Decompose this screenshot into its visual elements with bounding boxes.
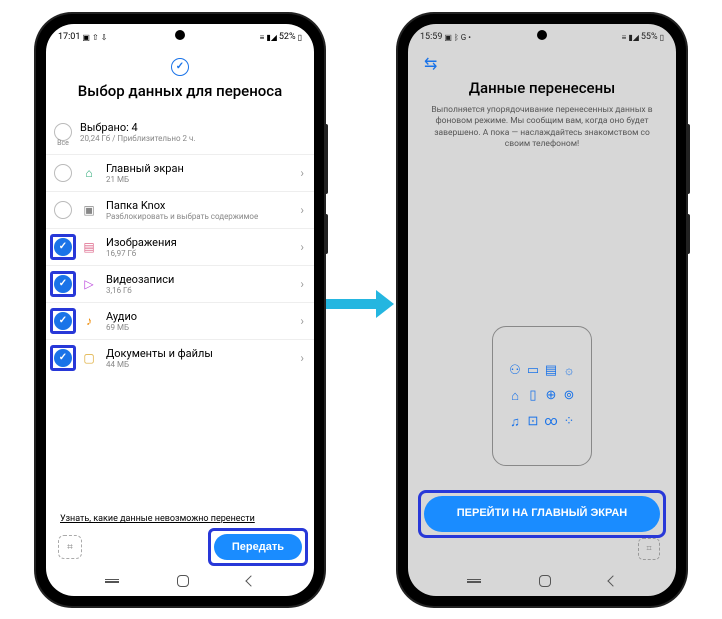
highlight-box xyxy=(208,528,308,566)
row-summary[interactable]: Все Выбрано: 4 20,24 Гб / Приблизительно… xyxy=(46,110,314,154)
icon-screenshot: ▣ xyxy=(82,33,90,42)
status-time: 17:01 xyxy=(58,32,80,42)
app-grid-icon: ⊕ xyxy=(543,388,559,404)
power-button xyxy=(686,214,690,254)
row-images[interactable]: ▤ Изображения16,97 Гб › xyxy=(46,228,314,265)
chevron-right-icon: › xyxy=(300,351,304,365)
app-grid-icon: ⊚ xyxy=(561,388,577,404)
row-title: Папка Knox xyxy=(106,199,292,212)
data-list: Все Выбрано: 4 20,24 Гб / Приблизительно… xyxy=(46,110,314,511)
phone-target: 15:59 ▣ ᛒ G • ≡ ▮◢ 55% ▯ ⇆ Данные перене… xyxy=(398,14,686,606)
select-all-label: Все xyxy=(54,139,72,147)
nav-home[interactable] xyxy=(539,575,551,587)
icon-screenshot: ▣ xyxy=(444,33,452,42)
row-docs[interactable]: ▢ Документы и файлы44 МБ › xyxy=(46,339,314,376)
app-grid-icon: ▤ xyxy=(543,363,559,378)
app-grid-icon: ▭ xyxy=(525,363,541,378)
row-title: Изображения xyxy=(106,236,292,249)
row-sub: 21 МБ xyxy=(106,175,292,184)
chevron-right-icon: › xyxy=(300,166,304,180)
qr-scan-button[interactable]: ⌗ xyxy=(58,535,82,559)
app-grid-icon: ∞ xyxy=(543,414,559,430)
nav-back[interactable] xyxy=(245,575,256,586)
knox-icon: ▣ xyxy=(80,201,98,219)
icon-up: ⇧ xyxy=(92,33,99,42)
chevron-right-icon: › xyxy=(300,240,304,254)
volte-icon: ≡ xyxy=(260,33,265,42)
row-title: Аудио xyxy=(106,310,292,323)
highlight-box xyxy=(50,271,76,297)
chevron-right-icon: › xyxy=(300,203,304,217)
app-grid-icon: ⌂ xyxy=(507,388,523,404)
app-grid-icon: ▯ xyxy=(525,388,541,404)
row-home[interactable]: ⌂ Главный экран21 МБ › xyxy=(46,154,314,191)
phone-source: 17:01 ▣ ⇧ ⇩ ≡ ▮◢ 52% ▯ Выбор данных для … xyxy=(36,14,324,606)
nav-home[interactable] xyxy=(177,575,189,587)
description: Выполняется упорядочивание перенесенных … xyxy=(424,105,660,151)
row-sub: 69 МБ xyxy=(106,323,292,332)
power-button xyxy=(324,214,328,254)
highlight-box xyxy=(50,308,76,334)
app-grid-icon: ♫ xyxy=(507,414,523,430)
row-audio[interactable]: ♪ Аудио69 МБ › xyxy=(46,302,314,339)
signal-icon: ▮◢ xyxy=(628,33,639,42)
video-icon: ▷ xyxy=(80,275,98,293)
nav-bar xyxy=(46,566,314,596)
page-title: Данные перенесены xyxy=(424,79,660,97)
qr-scan-button[interactable]: ⌗ xyxy=(638,538,660,560)
nav-back[interactable] xyxy=(607,575,618,586)
page-title: Выбор данных для переноса xyxy=(60,82,300,100)
app-grid-icon: ⊡ xyxy=(525,414,541,430)
icon-dot: • xyxy=(468,33,471,42)
chevron-right-icon: › xyxy=(300,277,304,291)
nav-recent[interactable] xyxy=(467,579,481,583)
volume-button xyxy=(686,124,690,194)
battery-icon: ▯ xyxy=(660,33,664,42)
nav-recent[interactable] xyxy=(105,579,119,583)
chevron-right-icon: › xyxy=(300,314,304,328)
transfer-icon: ⇆ xyxy=(424,54,660,73)
row-title: Документы и файлы xyxy=(106,347,292,360)
row-title: Видеозаписи xyxy=(106,273,292,286)
app-grid-icon: ⚇ xyxy=(507,363,523,378)
checkbox-knox[interactable] xyxy=(54,201,72,219)
icon-down: ⇩ xyxy=(101,33,108,42)
app-grid-icon: ۞ xyxy=(561,363,577,378)
front-camera xyxy=(175,30,185,40)
status-time: 15:59 xyxy=(420,32,442,42)
row-title: Главный экран xyxy=(106,162,292,175)
volte-icon: ≡ xyxy=(622,33,627,42)
audio-icon: ♪ xyxy=(80,312,98,330)
header: Выбор данных для переноса xyxy=(46,46,314,110)
docs-icon: ▢ xyxy=(80,349,98,367)
volume-button xyxy=(324,124,328,194)
highlight-box xyxy=(50,345,76,371)
battery-pct: 55% xyxy=(641,32,658,42)
images-icon: ▤ xyxy=(80,238,98,256)
summary-sub: 20,24 Гб / Приблизительно 2 ч. xyxy=(80,134,304,143)
nav-bar xyxy=(408,566,676,596)
summary-title: Выбрано: 4 xyxy=(80,121,304,134)
highlight-box xyxy=(418,490,666,538)
icon-g: G xyxy=(461,33,466,42)
row-sub: 16,97 Гб xyxy=(106,249,292,258)
row-sub: Разблокировать и выбрать содержимое xyxy=(106,212,292,221)
row-sub: 3,16 Гб xyxy=(106,286,292,295)
signal-icon: ▮◢ xyxy=(266,33,277,42)
battery-pct: 52% xyxy=(279,32,296,42)
icon-bt: ᛒ xyxy=(454,33,459,42)
phone-outline-graphic: ⚇▭▤۞ ⌂▯⊕⊚ ♫⊡∞⁘ xyxy=(492,326,592,466)
highlight-box xyxy=(50,234,76,260)
home-icon: ⌂ xyxy=(80,164,98,182)
row-sub: 44 МБ xyxy=(106,360,292,369)
app-grid-icon: ⁘ xyxy=(561,414,577,430)
battery-icon: ▯ xyxy=(298,33,302,42)
front-camera xyxy=(537,30,547,40)
check-circle-icon xyxy=(171,58,189,76)
row-video[interactable]: ▷ Видеозаписи3,16 Гб › xyxy=(46,265,314,302)
cannot-transfer-link[interactable]: Узнать, какие данные невозможно перенест… xyxy=(46,510,314,530)
checkbox-home[interactable] xyxy=(54,164,72,182)
transfer-arrow-icon xyxy=(326,290,394,318)
row-knox[interactable]: ▣ Папка KnoxРазблокировать и выбрать соде… xyxy=(46,191,314,228)
